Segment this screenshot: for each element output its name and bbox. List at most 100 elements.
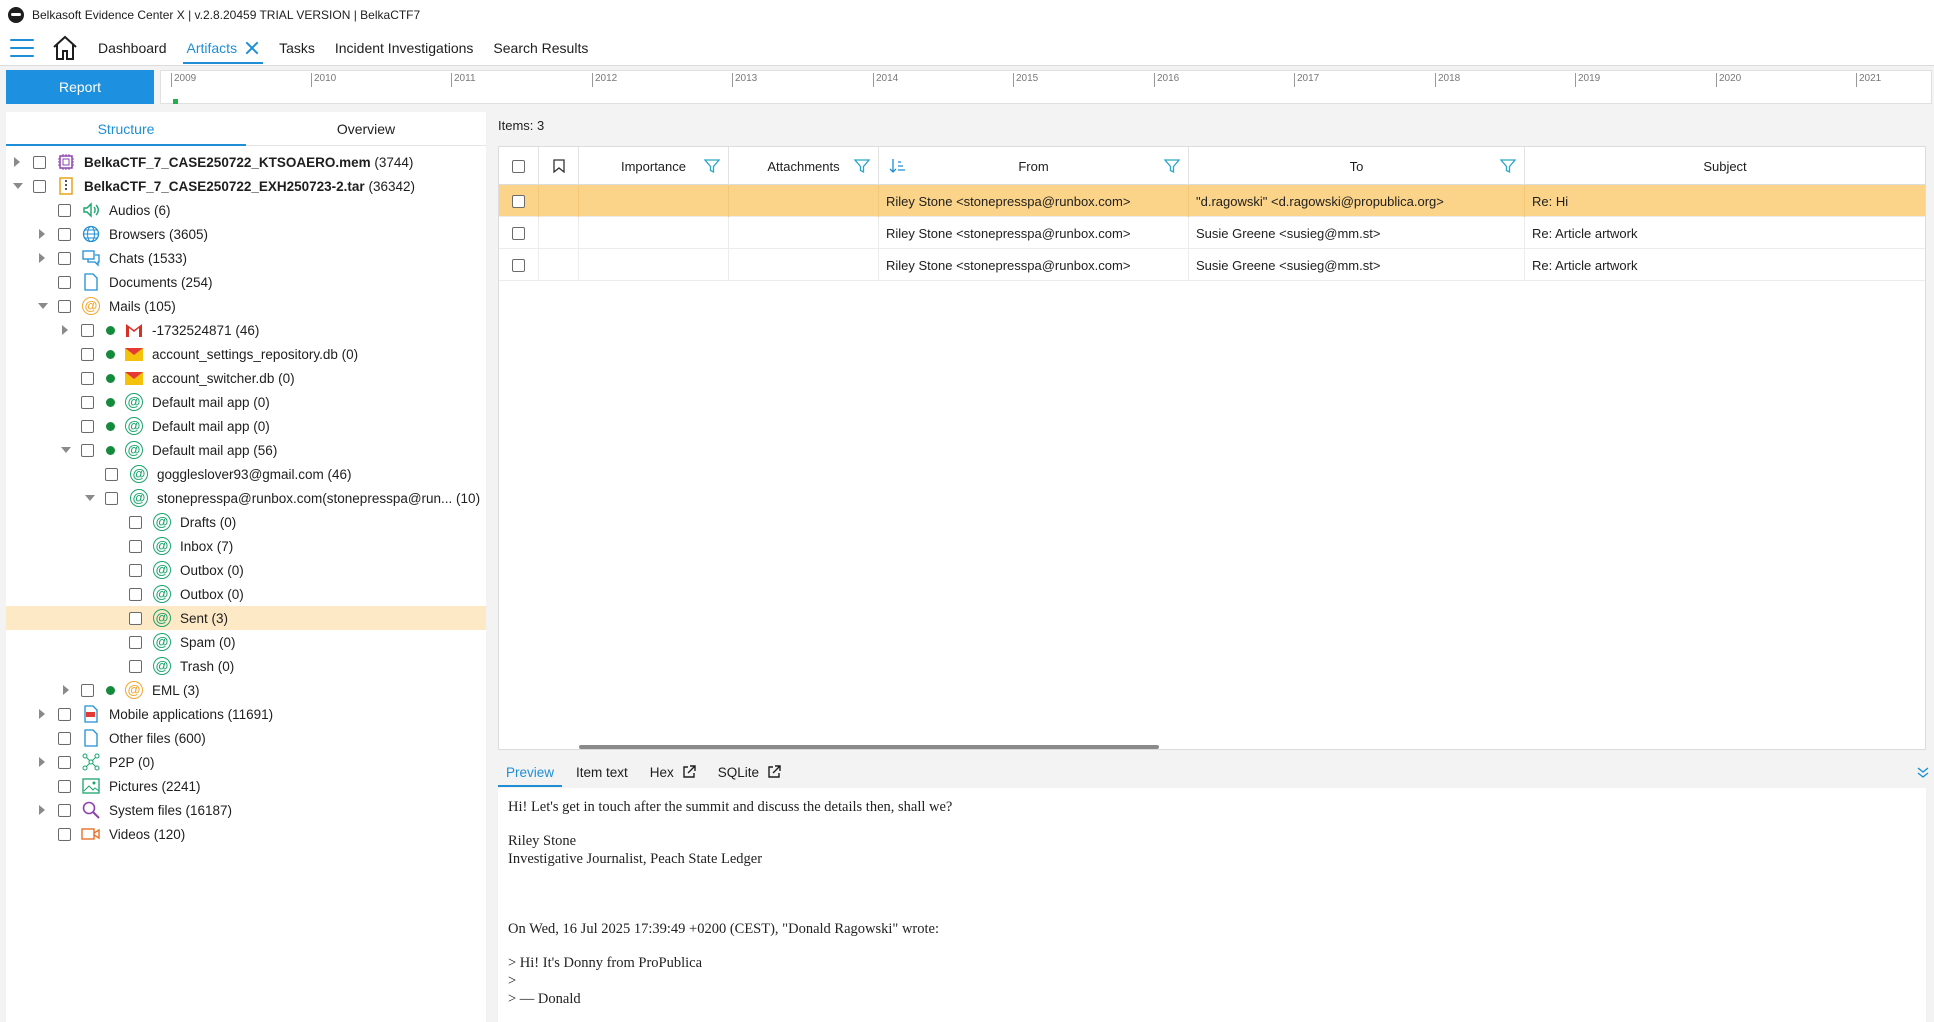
tree-checkbox[interactable]	[129, 659, 142, 673]
open-external-icon[interactable]	[767, 765, 781, 779]
tree-checkbox[interactable]	[81, 323, 94, 337]
expand-arrow-icon[interactable]	[39, 805, 45, 815]
expand-arrow-icon[interactable]	[39, 253, 45, 263]
tree-checkbox[interactable]	[33, 179, 46, 193]
expand-arrow-icon[interactable]	[39, 757, 45, 767]
row-bookmark-cell[interactable]	[539, 217, 579, 249]
collapse-arrow-icon[interactable]	[13, 183, 23, 189]
tree-checkbox[interactable]	[81, 443, 94, 457]
tab-structure[interactable]: Structure	[6, 112, 246, 146]
tree-checkbox[interactable]	[58, 275, 71, 289]
tree-item-other-files[interactable]: Other files (600)	[6, 726, 486, 750]
tree-checkbox[interactable]	[33, 155, 46, 169]
tree-checkbox[interactable]	[129, 587, 142, 601]
close-tab-icon[interactable]	[245, 41, 259, 55]
filter-icon[interactable]	[704, 158, 720, 174]
tree-item-account-switcher[interactable]: account_switcher.db (0)	[6, 366, 486, 390]
select-all-checkbox[interactable]	[512, 159, 525, 173]
collapse-arrow-icon[interactable]	[61, 447, 71, 453]
expand-arrow-icon[interactable]	[39, 709, 45, 719]
tree-item-mail-account[interactable]: @ stonepresspa@runbox.com(stonepresspa@r…	[6, 486, 486, 510]
tree-item-mails[interactable]: @ Mails (105)	[6, 294, 486, 318]
collapse-panel-icon[interactable]	[1916, 765, 1930, 779]
tab-dashboard[interactable]: Dashboard	[88, 30, 177, 66]
bookmark-column[interactable]	[539, 147, 579, 185]
tree-checkbox[interactable]	[58, 731, 71, 745]
tree-item-pictures[interactable]: Pictures (2241)	[6, 774, 486, 798]
tree-checkbox[interactable]	[58, 707, 71, 721]
tab-hex[interactable]: Hex	[642, 757, 704, 787]
tree-item-p2p[interactable]: P2P (0)	[6, 750, 486, 774]
tree-item-mem-image[interactable]: BelkaCTF_7_CASE250722_KTSOAERO.mem (3744…	[6, 150, 486, 174]
tree-checkbox[interactable]	[58, 755, 71, 769]
tree-item-spam[interactable]: @ Spam (0)	[6, 630, 486, 654]
tree-item-browsers[interactable]: Browsers (3605)	[6, 222, 486, 246]
column-subject[interactable]: Subject	[1525, 147, 1925, 185]
row-checkbox[interactable]	[512, 226, 525, 240]
tab-item-text[interactable]: Item text	[568, 757, 636, 787]
timeline[interactable]: 2009 2010 2011 2012 2013 2014 2015 2016 …	[160, 70, 1932, 104]
row-checkbox[interactable]	[512, 194, 525, 208]
tree-item-eml[interactable]: @ EML (3)	[6, 678, 486, 702]
tab-sqlite[interactable]: SQLite	[710, 757, 789, 787]
tab-preview[interactable]: Preview	[498, 757, 563, 787]
tree-item-sent[interactable]: @ Sent (3)	[6, 606, 486, 630]
expand-arrow-icon[interactable]	[62, 325, 68, 335]
tab-tasks[interactable]: Tasks	[269, 30, 325, 66]
tree-checkbox[interactable]	[129, 563, 142, 577]
tree-checkbox[interactable]	[129, 635, 142, 649]
filter-icon[interactable]	[1500, 158, 1516, 174]
column-importance[interactable]: Importance	[579, 147, 729, 185]
tree-checkbox[interactable]	[81, 683, 94, 697]
tree-item-gmail-account[interactable]: -1732524871 (46)	[6, 318, 486, 342]
expand-arrow-icon[interactable]	[39, 229, 45, 239]
tree-checkbox[interactable]	[129, 515, 142, 529]
tree-checkbox[interactable]	[105, 467, 118, 481]
tab-artifacts[interactable]: Artifacts	[177, 30, 270, 66]
table-row[interactable]: Riley Stone <stonepresspa@runbox.com> "d…	[499, 185, 1925, 217]
tree-item-outbox[interactable]: @ Outbox (0)	[6, 582, 486, 606]
tree-checkbox[interactable]	[129, 611, 142, 625]
tree-item-account-settings[interactable]: account_settings_repository.db (0)	[6, 342, 486, 366]
tree-checkbox[interactable]	[58, 251, 71, 265]
tree-item-outbox[interactable]: @ Outbox (0)	[6, 558, 486, 582]
tree-checkbox[interactable]	[58, 227, 71, 241]
tree-checkbox[interactable]	[58, 299, 71, 313]
collapse-arrow-icon[interactable]	[38, 303, 48, 309]
collapse-arrow-icon[interactable]	[85, 495, 95, 501]
report-button[interactable]: Report	[6, 70, 154, 104]
tree-item-tar-image[interactable]: BelkaCTF_7_CASE250722_EXH250723-2.tar (3…	[6, 174, 486, 198]
tab-overview[interactable]: Overview	[246, 112, 486, 145]
tree-item-default-mail-app[interactable]: @ Default mail app (56)	[6, 438, 486, 462]
tab-incident-investigations[interactable]: Incident Investigations	[325, 30, 484, 66]
row-checkbox[interactable]	[512, 258, 525, 272]
tree-checkbox[interactable]	[81, 371, 94, 385]
row-bookmark-cell[interactable]	[539, 249, 579, 281]
tree-checkbox[interactable]	[58, 803, 71, 817]
tree-checkbox[interactable]	[105, 491, 118, 505]
table-row[interactable]: Riley Stone <stonepresspa@runbox.com> Su…	[499, 249, 1925, 281]
tree-item-trash[interactable]: @ Trash (0)	[6, 654, 486, 678]
horizontal-scrollbar[interactable]	[579, 745, 1159, 749]
tree-item-documents[interactable]: Documents (254)	[6, 270, 486, 294]
tree-item-audios[interactable]: Audios (6)	[6, 198, 486, 222]
tree-item-videos[interactable]: Videos (120)	[6, 822, 486, 846]
table-row[interactable]: Riley Stone <stonepresspa@runbox.com> Su…	[499, 217, 1925, 249]
open-external-icon[interactable]	[682, 765, 696, 779]
sort-ascending-icon[interactable]	[889, 158, 907, 174]
expand-arrow-icon[interactable]	[14, 157, 20, 167]
tree-item-system-files[interactable]: System files (16187)	[6, 798, 486, 822]
column-to[interactable]: To	[1189, 147, 1525, 185]
tree-checkbox[interactable]	[129, 539, 142, 553]
tree-item-chats[interactable]: Chats (1533)	[6, 246, 486, 270]
column-from[interactable]: From	[879, 147, 1189, 185]
tree-item-default-mail-app[interactable]: @ Default mail app (0)	[6, 390, 486, 414]
home-icon[interactable]	[50, 33, 80, 63]
tree-checkbox[interactable]	[58, 827, 71, 841]
tree-checkbox[interactable]	[58, 779, 71, 793]
tab-search-results[interactable]: Search Results	[483, 30, 598, 66]
row-bookmark-cell[interactable]	[539, 185, 579, 217]
tree-checkbox[interactable]	[81, 347, 94, 361]
expand-arrow-icon[interactable]	[63, 685, 69, 695]
tree-checkbox[interactable]	[81, 395, 94, 409]
